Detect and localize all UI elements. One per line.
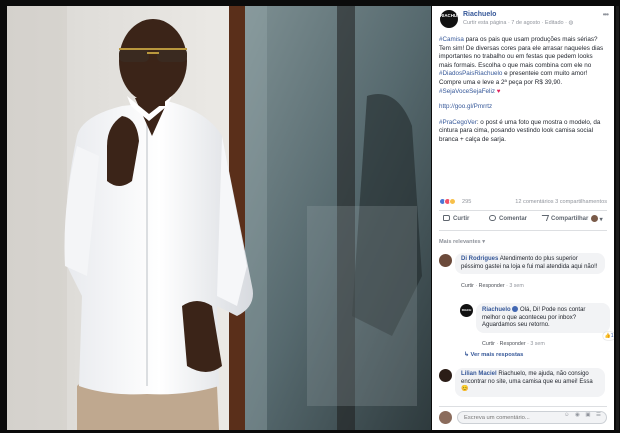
model-photo-illustration xyxy=(7,6,431,430)
post-header: RIACHUELO Riachuelo Curtir esta página ·… xyxy=(432,6,614,34)
comment-like-link[interactable]: Curtir xyxy=(461,283,474,289)
divider xyxy=(439,210,607,211)
reply-arrow-icon: ↳ xyxy=(464,352,469,358)
share-icon xyxy=(539,215,550,221)
post-text-segment: para os pais que usam produções mais sér… xyxy=(439,36,604,69)
comment-bubble: Lilian Maciel Riachuelo, me ajuda, não c… xyxy=(455,368,605,397)
reply-reply-link[interactable]: Responder xyxy=(500,341,526,347)
reply-like-link[interactable]: Curtir xyxy=(482,341,495,347)
photo-viewer: RIACHUELO Riachuelo Curtir esta página ·… xyxy=(0,0,620,433)
commenter-avatar[interactable] xyxy=(439,254,452,267)
globe-icon: ◍ xyxy=(568,20,574,26)
post-meta-text: Curtir esta página · 7 de agosto · Edita… xyxy=(463,20,567,26)
chevron-down-icon: ▾ xyxy=(599,217,603,223)
post-link-paragraph: http://goo.gl/Pmrrtz xyxy=(439,103,607,112)
hashtag-link[interactable]: #SejaVoceSejaFeliz xyxy=(439,88,495,95)
hashtag-link[interactable]: #PraCegoVer xyxy=(439,119,477,126)
reaction-icons xyxy=(439,198,456,207)
post-sidebar: RIACHUELO Riachuelo Curtir esta página ·… xyxy=(432,6,614,430)
page-avatar[interactable]: RIACHUELO xyxy=(440,10,466,28)
divider xyxy=(439,230,607,231)
more-replies-label: Ver mais respostas xyxy=(470,352,524,358)
write-comment-row: ☺ ◉ ▣ ☰ xyxy=(439,410,607,425)
post-paragraph-1: #Camisa para os pais que usam produções … xyxy=(439,36,607,96)
comment-label: Comentar xyxy=(499,216,528,222)
post-link[interactable]: http://goo.gl/Pmrrtz xyxy=(439,103,492,110)
comment-share-count[interactable]: 12 comentários 3 compartilhamentos xyxy=(515,199,607,205)
reaction-as-selector[interactable]: ▾ xyxy=(591,215,603,223)
share-label: Compartilhar xyxy=(551,216,589,222)
comment-footer: Curtir · Responder · 3 sem xyxy=(461,283,524,289)
smile-emoji: 😊 xyxy=(461,386,469,393)
comment-button[interactable]: Comentar xyxy=(489,215,527,222)
reply-like-count[interactable]: 👍1 xyxy=(603,332,614,340)
post-text: #Camisa para os pais que usam produções … xyxy=(432,34,614,145)
comment-author[interactable]: Di Rodrigues xyxy=(461,256,498,262)
reply-footer: Curtir · Responder · 3 sem xyxy=(482,341,545,347)
reply-author[interactable]: Riachuelo xyxy=(482,307,511,313)
divider xyxy=(439,406,607,407)
post-paragraph-3: #PraCegoVer: o post é uma foto que mostr… xyxy=(439,119,607,145)
reaction-summary[interactable]: 295 12 comentários 3 compartilhamentos xyxy=(439,198,607,208)
scrollbar[interactable] xyxy=(616,6,619,430)
reply-author-avatar[interactable]: RIACH xyxy=(460,304,473,317)
thumbs-up-icon xyxy=(443,215,450,221)
post-meta: Curtir esta página · 7 de agosto · Edita… xyxy=(463,20,573,26)
verified-badge-icon xyxy=(512,306,519,312)
comment-time: 3 sem xyxy=(509,283,524,289)
hashtag-link[interactable]: #DiadosPaisRiachuelo xyxy=(439,70,502,77)
comment-bubble: Di Rodrigues Atendimento do plus superio… xyxy=(455,253,605,275)
more-options-icon[interactable]: ••• xyxy=(603,10,609,19)
share-button[interactable]: Compartilhar xyxy=(539,215,589,222)
page-name-link[interactable]: Riachuelo xyxy=(463,11,496,18)
commenter-avatar[interactable] xyxy=(439,369,452,382)
current-user-avatar xyxy=(439,411,452,424)
post-actions: Curtir Comentar Compartilhar ▾ xyxy=(439,214,607,227)
heart-emoji: ♥ xyxy=(495,87,501,95)
hashtag-link[interactable]: #Camisa xyxy=(439,36,464,43)
comment-input-icons[interactable]: ☺ ◉ ▣ ☰ xyxy=(564,412,603,418)
comment-sort-dropdown[interactable]: Mais relevantes ▾ xyxy=(439,239,485,245)
wow-reaction-icon xyxy=(449,198,456,205)
reply-bubble: Riachuelo Olá, Di! Pode nos contar melho… xyxy=(476,303,610,333)
reply-like-number: 1 xyxy=(610,333,614,339)
reaction-count: 295 xyxy=(462,199,472,205)
more-replies-link[interactable]: ↳ Ver mais respostas xyxy=(464,352,523,358)
reply-time: 3 sem xyxy=(530,341,545,347)
like-label: Curtir xyxy=(453,216,470,222)
post-photo[interactable] xyxy=(7,6,431,430)
comment-icon xyxy=(489,215,496,221)
comment-author[interactable]: Lilian Maciel xyxy=(461,371,497,377)
comment-reply-link[interactable]: Responder xyxy=(479,283,505,289)
like-button[interactable]: Curtir xyxy=(443,215,469,222)
user-avatar xyxy=(591,215,598,222)
